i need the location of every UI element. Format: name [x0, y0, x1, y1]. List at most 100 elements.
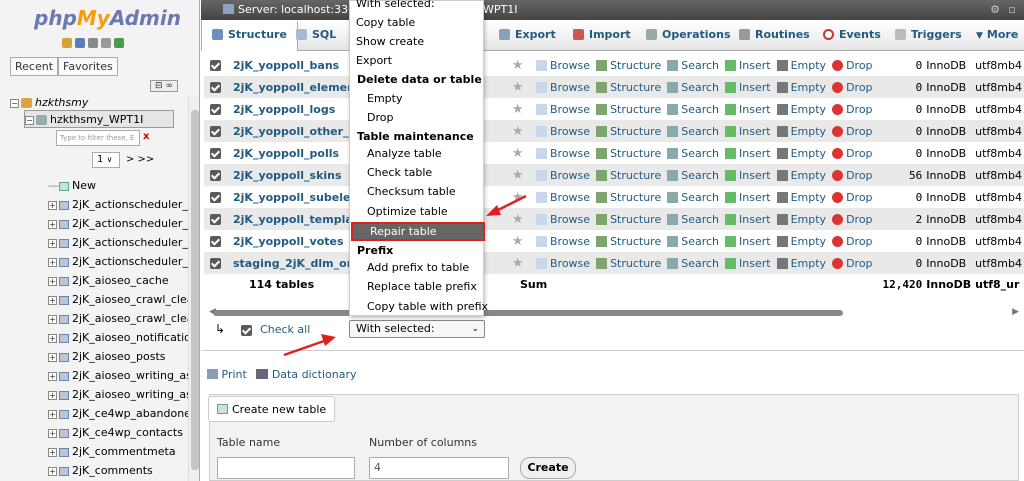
insert-action[interactable]: Insert — [725, 213, 771, 226]
sidebar-table-item[interactable]: +2jK_aioseo_notification — [48, 329, 198, 347]
info-icon[interactable] — [75, 38, 85, 48]
browse-action[interactable]: Browse — [536, 81, 590, 94]
favorites-tab[interactable]: Favorites — [58, 57, 118, 76]
structure-action[interactable]: Structure — [596, 235, 661, 248]
search-action[interactable]: Search — [667, 191, 719, 204]
expand-icon[interactable]: + — [48, 390, 57, 400]
sidebar-scrollbar[interactable] — [188, 96, 199, 481]
search-action[interactable]: Search — [667, 125, 719, 138]
insert-action[interactable]: Insert — [725, 81, 771, 94]
new-table-link[interactable]: — New — [48, 177, 96, 195]
num-columns-input[interactable]: 4 — [369, 457, 509, 479]
table-name-link[interactable]: 2jK_yoppoll_logs — [233, 103, 335, 116]
browse-action[interactable]: Browse — [536, 59, 590, 72]
structure-action[interactable]: Structure — [596, 59, 661, 72]
structure-action[interactable]: Structure — [596, 169, 661, 182]
insert-action[interactable]: Insert — [725, 103, 771, 116]
drop-action[interactable]: Drop — [832, 59, 873, 72]
collapse-icon[interactable]: ▫ — [1009, 0, 1016, 20]
structure-action[interactable]: Structure — [596, 213, 661, 226]
tab-routines[interactable]: Routines — [739, 21, 810, 51]
empty-action[interactable]: Empty — [776, 213, 826, 226]
insert-action[interactable]: Insert — [725, 257, 771, 270]
tab-import[interactable]: Import — [573, 21, 631, 51]
check-all-checkbox[interactable] — [241, 324, 253, 336]
drop-action[interactable]: Drop — [832, 169, 873, 182]
tab-export[interactable]: Export — [499, 21, 556, 51]
star-icon[interactable]: ★ — [512, 168, 524, 183]
docs-icon[interactable] — [88, 38, 98, 48]
insert-action[interactable]: Insert — [725, 125, 771, 138]
tab-structure[interactable]: Structure — [201, 21, 298, 51]
star-icon[interactable]: ★ — [512, 212, 524, 227]
empty-action[interactable]: Empty — [776, 103, 826, 116]
structure-action[interactable]: Structure — [596, 81, 661, 94]
tab-sql[interactable]: SQL — [296, 21, 336, 51]
row-checkbox[interactable] — [210, 82, 221, 93]
structure-action[interactable]: Structure — [596, 257, 661, 270]
search-action[interactable]: Search — [667, 147, 719, 160]
empty-action[interactable]: Empty — [776, 235, 826, 248]
menu-item[interactable]: Export — [350, 51, 485, 70]
tab-operations[interactable]: Operations — [646, 21, 731, 51]
search-action[interactable]: Search — [667, 257, 719, 270]
row-checkbox[interactable] — [210, 192, 221, 203]
insert-action[interactable]: Insert — [725, 59, 771, 72]
drop-action[interactable]: Drop — [832, 191, 873, 204]
create-button[interactable]: Create — [520, 457, 576, 479]
table-name-link[interactable]: 2jK_yoppoll_polls — [233, 147, 339, 160]
star-icon[interactable]: ★ — [512, 256, 524, 271]
browse-action[interactable]: Browse — [536, 103, 590, 116]
empty-action[interactable]: Empty — [776, 169, 826, 182]
structure-action[interactable]: Structure — [596, 103, 661, 116]
expand-icon[interactable]: + — [48, 238, 57, 248]
empty-action[interactable]: Empty — [776, 191, 826, 204]
drop-action[interactable]: Drop — [832, 125, 873, 138]
browse-action[interactable]: Browse — [536, 235, 590, 248]
sidebar-table-item[interactable]: +2jK_aioseo_cache — [48, 272, 169, 290]
drop-action[interactable]: Drop — [832, 103, 873, 116]
phpmyadmin-logo[interactable]: phpMyAdmin — [34, 6, 181, 30]
menu-item[interactable]: Empty — [350, 89, 485, 108]
insert-action[interactable]: Insert — [725, 147, 771, 160]
collapse-icon[interactable]: − — [10, 98, 19, 108]
tab-events[interactable]: Events — [823, 21, 881, 51]
page-select[interactable]: 1 ∨ — [92, 152, 120, 168]
page-next-links[interactable]: > >> — [126, 154, 154, 165]
search-action[interactable]: Search — [667, 59, 719, 72]
data-dictionary-link[interactable]: Data dictionary — [272, 368, 357, 381]
row-checkbox[interactable] — [210, 214, 221, 225]
reload-icon[interactable] — [114, 38, 124, 48]
expand-icon[interactable]: + — [48, 371, 57, 381]
browse-action[interactable]: Browse — [536, 147, 590, 160]
sidebar-table-item[interactable]: +2jK_comments — [48, 462, 153, 480]
structure-action[interactable]: Structure — [596, 125, 661, 138]
search-action[interactable]: Search — [667, 103, 719, 116]
home-icon[interactable] — [62, 38, 72, 48]
sidebar-table-item[interactable]: +2jK_actionscheduler_gr — [48, 234, 199, 252]
insert-action[interactable]: Insert — [725, 191, 771, 204]
empty-action[interactable]: Empty — [776, 81, 826, 94]
row-checkbox[interactable] — [210, 104, 221, 115]
table-name-link[interactable]: 2jK_yoppoll_votes — [233, 235, 344, 248]
settings-icon[interactable] — [101, 38, 111, 48]
table-name-link[interactable]: 2jK_yoppoll_skins — [233, 169, 342, 182]
menu-item[interactable]: Drop — [350, 108, 485, 127]
expand-icon[interactable]: + — [48, 257, 57, 267]
menu-item[interactable]: Add prefix to table — [350, 258, 485, 277]
browse-action[interactable]: Browse — [536, 125, 590, 138]
filter-clear-icon[interactable]: x — [143, 131, 149, 142]
insert-action[interactable]: Insert — [725, 169, 771, 182]
search-action[interactable]: Search — [667, 81, 719, 94]
table-name-input[interactable] — [217, 457, 355, 479]
empty-action[interactable]: Empty — [776, 125, 826, 138]
expand-icon[interactable]: + — [48, 333, 57, 343]
drop-action[interactable]: Drop — [832, 235, 873, 248]
database-node[interactable]: − hzkthsmy_WPT1I — [24, 110, 175, 128]
empty-action[interactable]: Empty — [776, 59, 826, 72]
sidebar-table-item[interactable]: +2jK_aioseo_writing_ass — [48, 386, 198, 404]
menu-item[interactable]: Show create — [350, 32, 485, 51]
row-checkbox[interactable] — [210, 170, 221, 181]
sidebar-table-item[interactable]: +2jK_aioseo_crawl_clear — [48, 310, 198, 328]
drop-action[interactable]: Drop — [832, 257, 873, 270]
